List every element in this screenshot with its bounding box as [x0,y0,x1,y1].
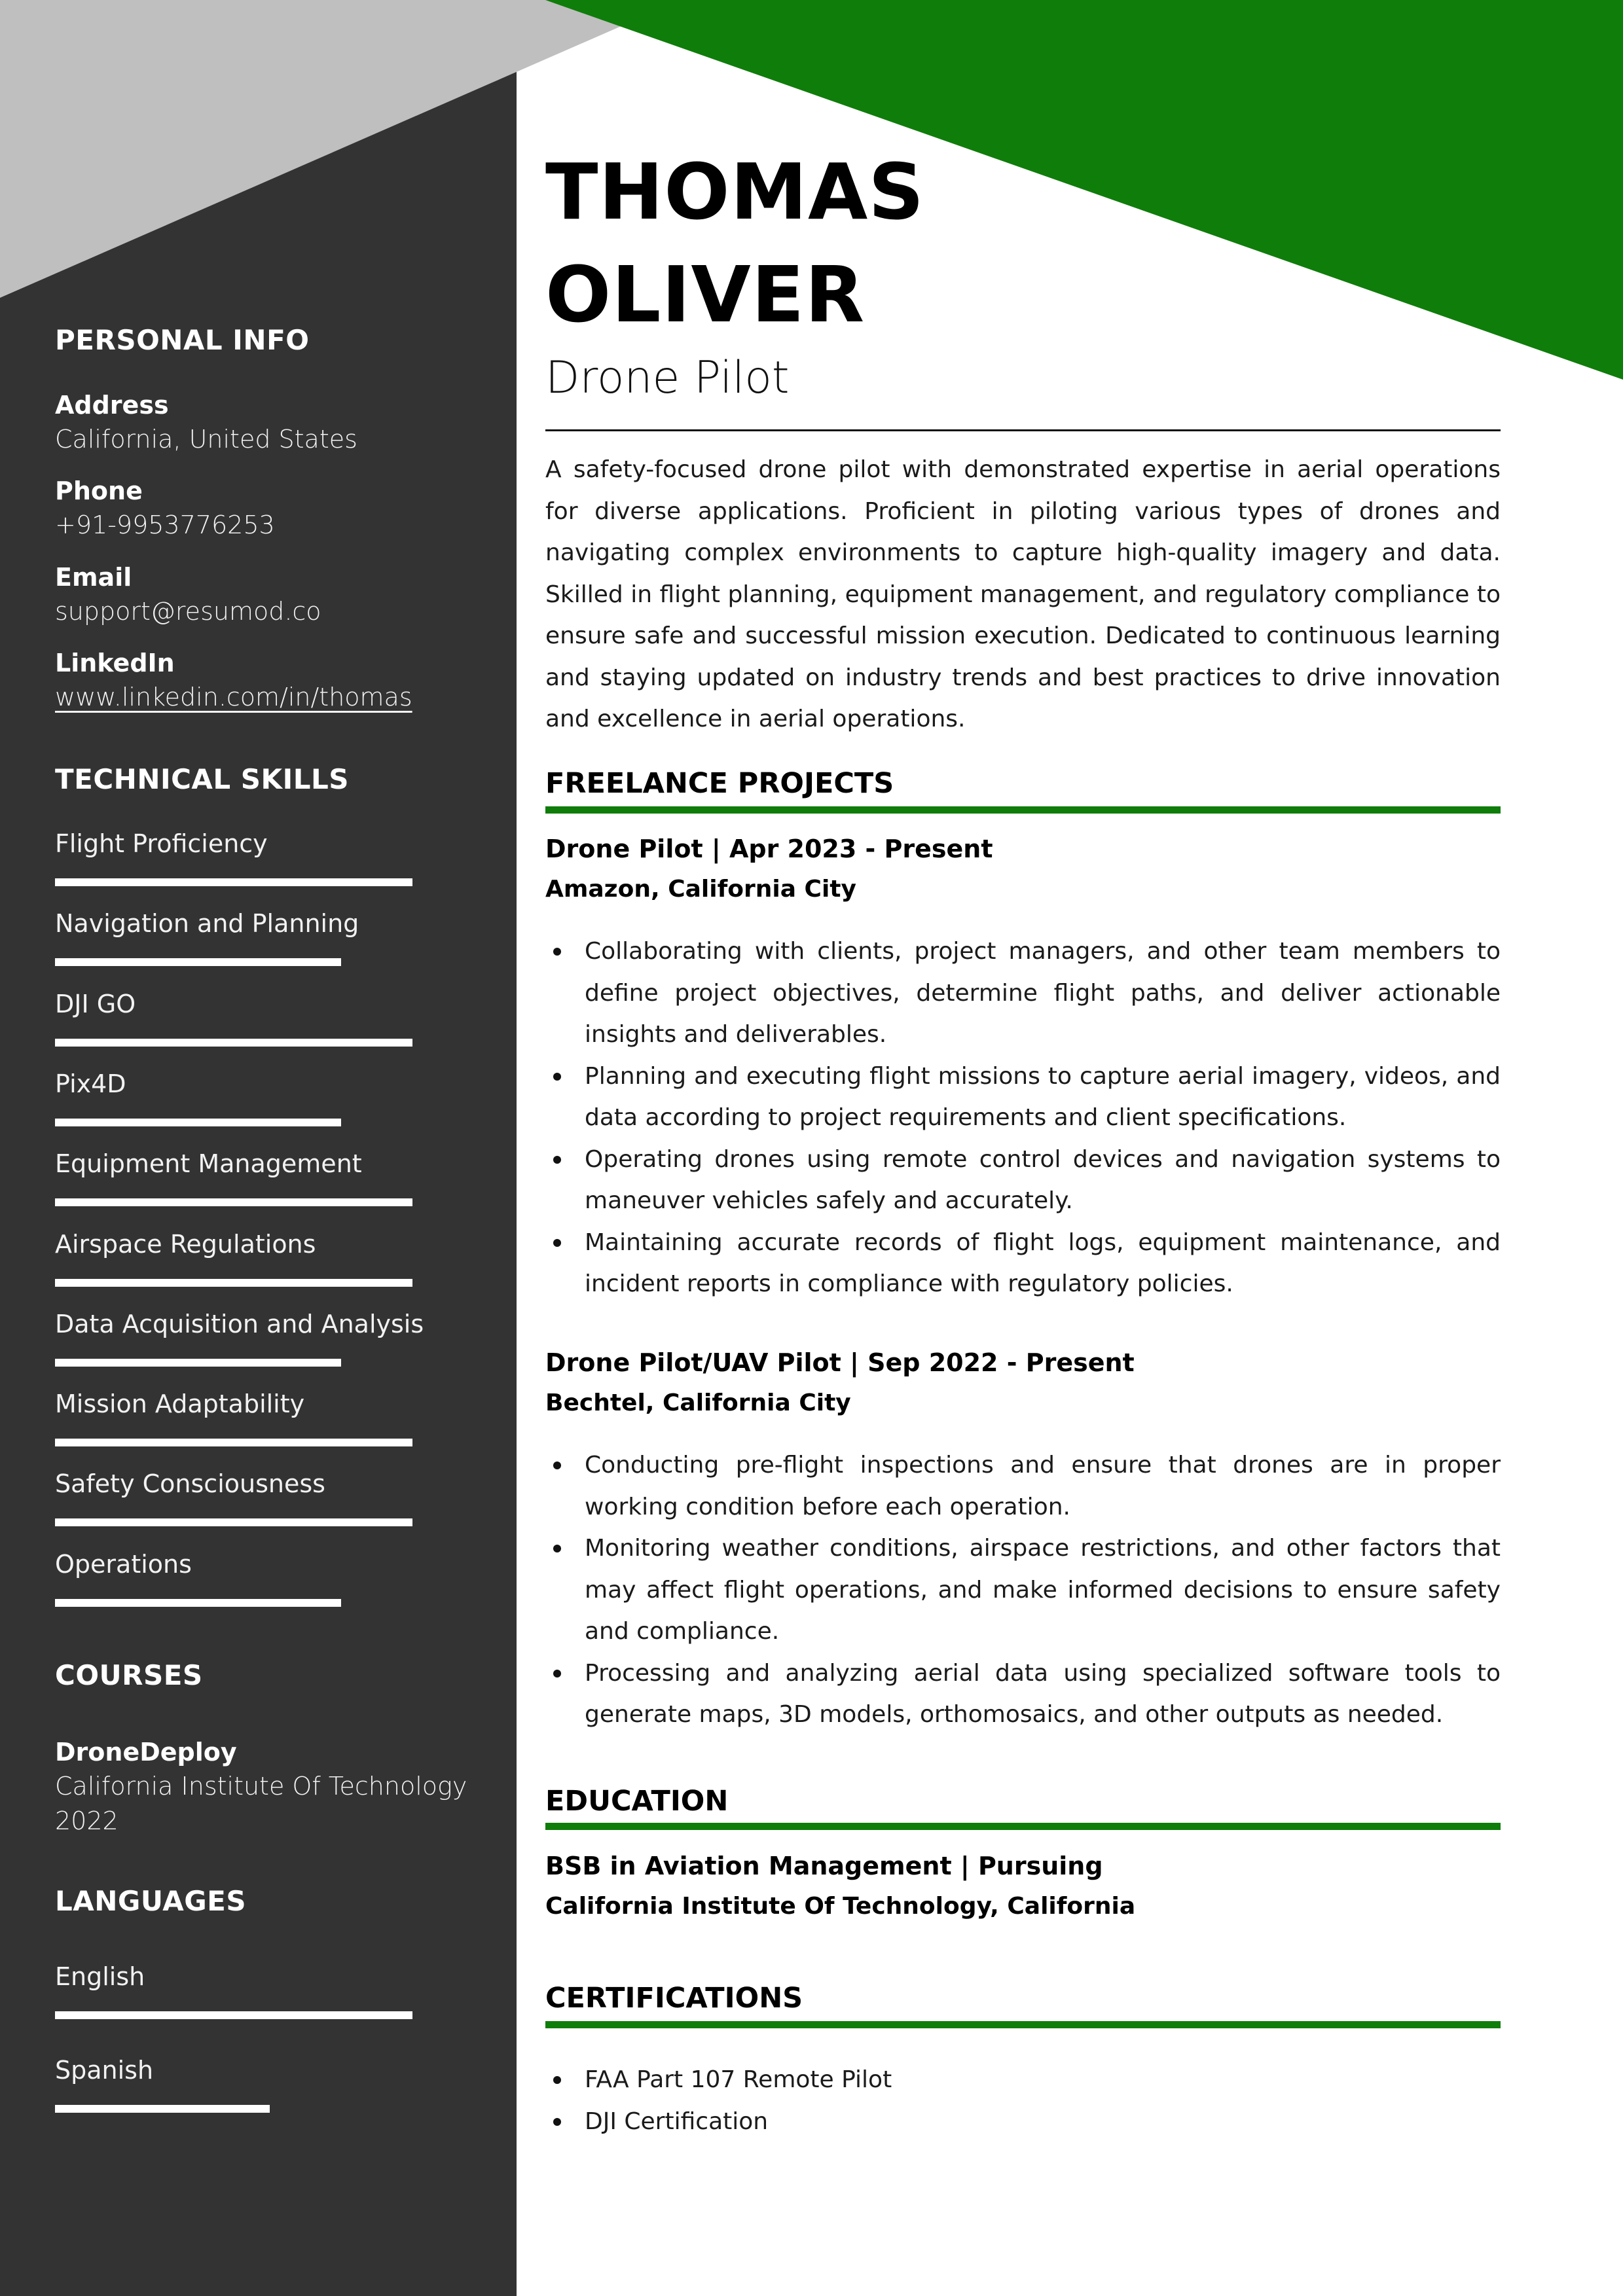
skill-name: Safety Consciousness [55,1469,325,1499]
main-content: THOMAS OLIVER Drone Pilot A safety-focus… [545,0,1501,2296]
project-1-title: Drone Pilot | Apr 2023 - Present [545,834,993,863]
skill-level-fill [55,1198,412,1207]
skill-level-fill [55,1278,412,1287]
skill-name: Navigation and Planning [55,909,359,939]
project-2-bullet-item: Monitoring weather conditions, airspace … [545,1528,1501,1653]
linkedin-link[interactable]: www.linkedin.com/in/thomas [55,683,412,711]
bullet-icon [553,2117,561,2126]
projects-heading: FREELANCE PROJECTS [545,767,894,800]
phone-label: Phone [55,476,143,505]
address-label: Address [55,391,169,420]
project-1-bullet-item: Collaborating with clients, project mana… [545,931,1501,1056]
bullet-icon [553,1669,561,1677]
profile-summary: A safety-focused drone pilot with demons… [545,456,1501,732]
project-1-bullet-item: Maintaining accurate records of flight l… [545,1222,1501,1305]
language-level-fill [55,2105,270,2113]
bullet-icon [553,1462,561,1469]
course-year: 2022 [55,1806,119,1835]
education-heading: EDUCATION [545,1785,729,1818]
email-link[interactable]: support@resumod.co [55,597,321,626]
project-2-company: Bechtel, California City [545,1390,851,1416]
skill-level-fill [55,1118,341,1126]
skill-level-fill [55,1358,341,1367]
skill-level-bar [55,1358,412,1367]
skill-name: Airspace Regulations [55,1229,316,1259]
projects-heading-rule [545,806,1501,814]
skill-level-bar [55,958,412,967]
skill-name: Equipment Management [55,1149,362,1179]
sidebar: PERSONAL INFO Address California, United… [0,0,517,2296]
skill-name: Flight Proficiency [55,829,268,858]
skill-level-fill [55,1518,412,1527]
technical-skills-heading: TECHNICAL SKILLS [55,763,349,795]
project-2-bullet-item: Conducting pre-flight inspections and en… [545,1444,1501,1528]
education-degree: BSB in Aviation Management | Pursuing [545,1852,1103,1880]
skill-level-bar [55,1278,412,1287]
courses-heading: COURSES [55,1659,203,1691]
certifications-heading-rule [545,2021,1501,2028]
project-1-bullet-item: Operating drones using remote control de… [545,1139,1501,1222]
project-1-bullets: Collaborating with clients, project mana… [545,931,1501,1305]
project-2-bullets: Conducting pre-flight inspections and en… [545,1444,1501,1736]
skill-name: DJI GO [55,989,136,1018]
certification-bullet-item: DJI Certification [545,2101,1501,2143]
course-institution: California Institute Of Technology [55,1772,467,1801]
language-name: Spanish [55,2056,154,2085]
project-2-title: Drone Pilot/UAV Pilot | Sep 2022 - Prese… [545,1348,1135,1377]
course-name: DroneDeploy [55,1738,237,1767]
project-2-bullet-item: Processing and analyzing aerial data usi… [545,1653,1501,1736]
education-heading-rule [545,1823,1501,1830]
bullet-icon [553,1238,561,1247]
skill-level-fill [55,1038,412,1047]
header-divider [545,429,1501,431]
skill-level-bar [55,1038,412,1047]
skill-level-fill [55,878,412,886]
project-1-company: Amazon, California City [545,876,856,903]
certification-bullet-item: FAA Part 107 Remote Pilot [545,2059,1501,2101]
bullet-icon [553,2076,561,2084]
language-name: English [55,1962,145,1991]
personal-info-heading: PERSONAL INFO [55,324,310,356]
address-value: California, United States [55,425,357,454]
bullet-icon [553,948,561,956]
language-level-bar [55,2105,412,2113]
skill-level-bar [55,1439,412,1447]
last-name: OLIVER [545,249,866,340]
skill-level-bar [55,1198,412,1207]
skill-name: Operations [55,1549,192,1579]
bullet-icon [553,1545,561,1552]
skill-level-fill [55,958,341,967]
language-level-bar [55,2011,412,2019]
skill-level-bar [55,1598,412,1607]
certifications-list: FAA Part 107 Remote Pilot DJI Certificati… [545,2059,1501,2142]
languages-heading: LANGUAGES [55,1885,247,1917]
phone-value[interactable]: +91-9953776253 [55,511,275,539]
skill-name: Pix4D [55,1069,126,1098]
skill-name: Mission Adaptability [55,1390,305,1419]
skill-level-bar [55,1518,412,1527]
skill-level-bar [55,1118,412,1126]
education-school: California Institute Of Technology, Cali… [545,1893,1136,1920]
bullet-icon [553,1155,561,1164]
bullet-icon [553,1072,561,1081]
certifications-heading: CERTIFICATIONS [545,1982,803,2015]
skill-level-fill [55,1598,341,1607]
job-title: Drone Pilot [545,352,790,404]
skill-name: Data Acquisition and Analysis [55,1309,424,1338]
linkedin-label: LinkedIn [55,649,175,677]
project-1-bullet-item: Planning and executing flight missions t… [545,1056,1501,1139]
language-level-fill [55,2011,412,2019]
skill-level-bar [55,878,412,886]
skill-level-fill [55,1439,412,1447]
first-name: THOMAS [545,147,925,237]
email-label: Email [55,563,132,592]
